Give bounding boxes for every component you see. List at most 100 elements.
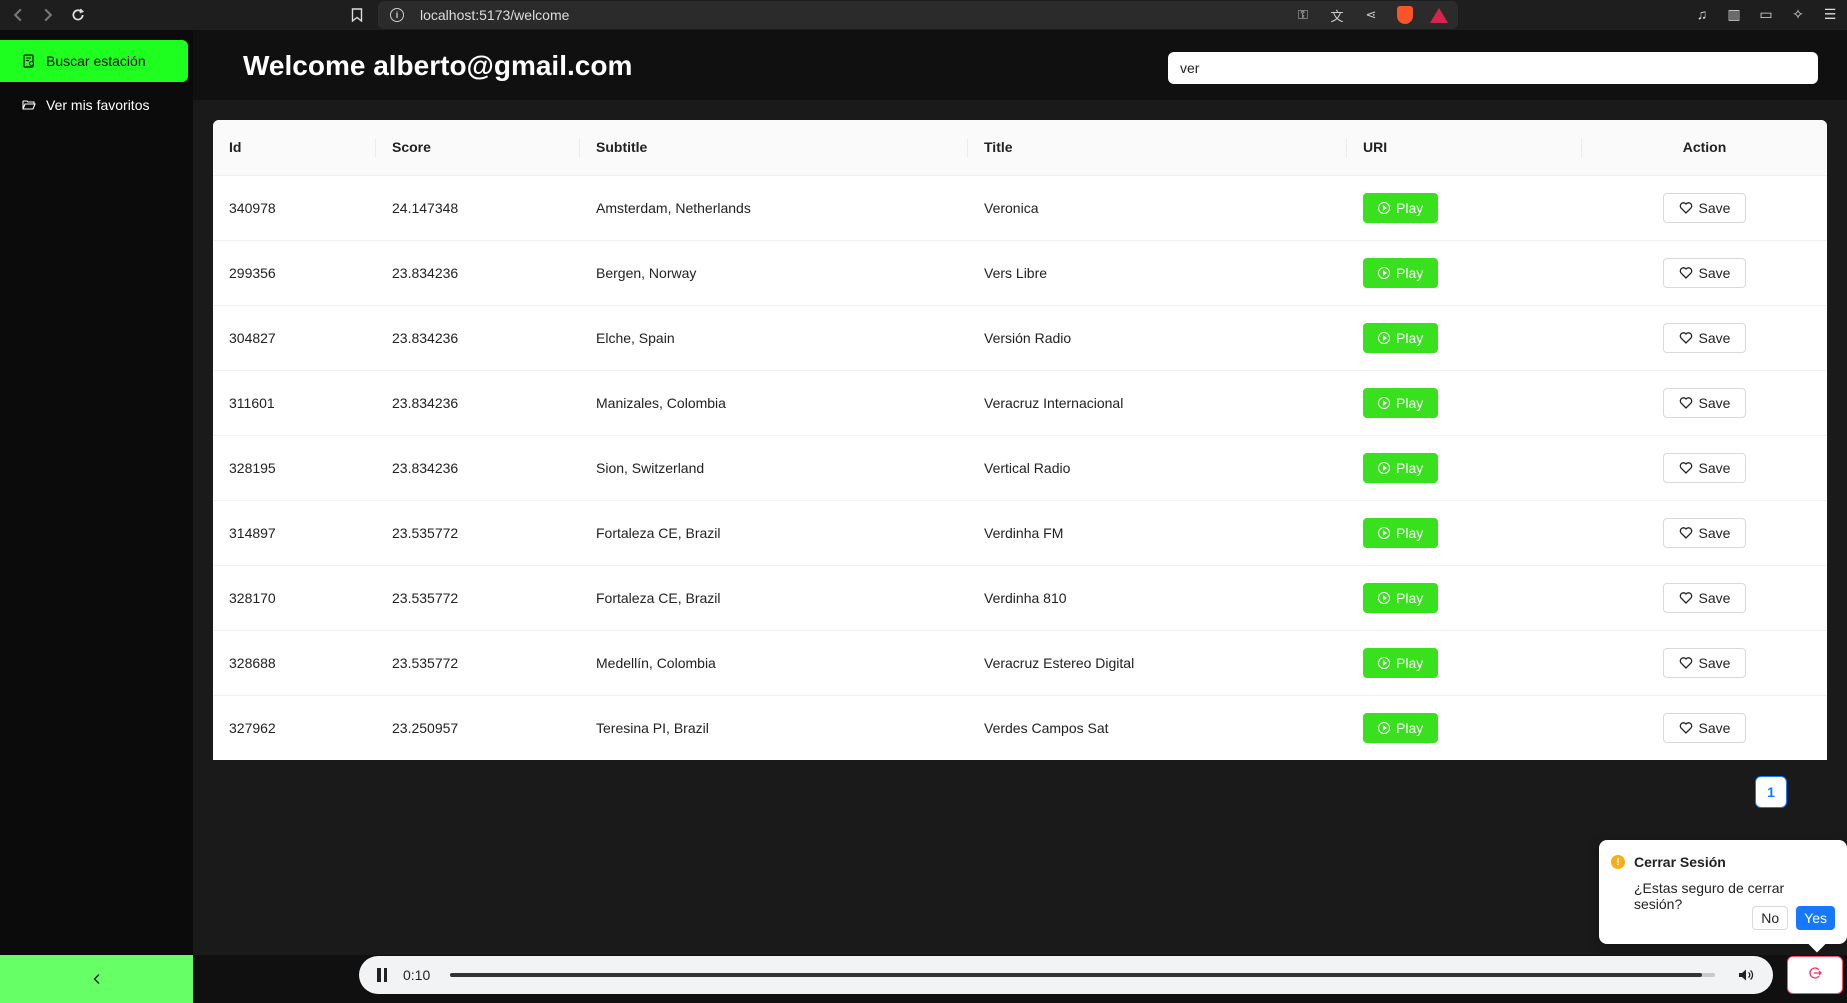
brave-shield-icon[interactable] xyxy=(1396,6,1414,24)
cell-score: 23.834236 xyxy=(376,240,580,306)
volume-icon[interactable] xyxy=(1737,966,1755,984)
save-button[interactable]: Save xyxy=(1662,647,1747,678)
heart-icon xyxy=(1679,721,1692,734)
leo-ai-icon[interactable]: ✧ xyxy=(1789,5,1807,23)
save-button[interactable]: Save xyxy=(1662,582,1747,613)
column-header-subtitle[interactable]: Subtitle xyxy=(580,120,968,176)
player-progress-bar[interactable] xyxy=(450,973,1715,977)
play-button[interactable]: Play xyxy=(1363,712,1439,743)
save-button-label: Save xyxy=(1698,264,1731,281)
logout-button[interactable] xyxy=(1787,956,1843,994)
column-header-action[interactable]: Action xyxy=(1582,120,1827,176)
cell-uri: Play xyxy=(1347,370,1582,436)
play-button[interactable]: Play xyxy=(1363,452,1439,483)
back-icon[interactable] xyxy=(6,3,30,27)
column-header-score[interactable]: Score xyxy=(376,120,580,176)
brave-rewards-icon[interactable] xyxy=(1430,6,1448,24)
media-icon[interactable]: ♫ xyxy=(1693,5,1711,23)
next-page-button[interactable] xyxy=(1797,777,1817,807)
heart-icon xyxy=(1679,656,1692,669)
save-button-label: Save xyxy=(1698,394,1731,411)
save-button-label: Save xyxy=(1698,459,1731,476)
page-number[interactable]: 1 xyxy=(1755,776,1787,808)
cell-score: 23.834236 xyxy=(376,305,580,371)
play-button[interactable]: Play xyxy=(1363,257,1439,288)
column-header-title[interactable]: Title xyxy=(968,120,1347,176)
url-text[interactable]: localhost:5173/welcome xyxy=(420,7,569,23)
save-button-label: Save xyxy=(1698,589,1731,606)
cell-id: 327962 xyxy=(229,719,276,736)
cell-action: Save xyxy=(1582,240,1827,306)
cell-subtitle: Bergen, Norway xyxy=(580,240,968,306)
search-input[interactable] xyxy=(1168,52,1818,84)
cell-id: 299356 xyxy=(213,240,376,306)
cell-title: Veracruz Estereo Digital xyxy=(968,630,1347,696)
bookmark-icon[interactable] xyxy=(346,4,368,26)
save-button[interactable]: Save xyxy=(1662,192,1747,223)
player-time: 0:10 xyxy=(403,967,431,983)
cell-action: Save xyxy=(1582,305,1827,371)
sidebar: Buscar estación Ver mis favoritos xyxy=(0,30,193,1003)
cell-title: Veronica xyxy=(968,175,1347,241)
sidebar-item-buscar-estacion[interactable]: Buscar estación xyxy=(0,40,188,82)
cell-subtitle: Manizales, Colombia xyxy=(580,370,968,436)
play-circle-icon xyxy=(1378,526,1390,539)
play-circle-icon xyxy=(1378,201,1390,214)
save-button[interactable]: Save xyxy=(1662,387,1747,418)
table-row: 328170 23.535772 Fortaleza CE, Brazil Verdi… xyxy=(213,565,1827,631)
share-icon[interactable]: ⋖ xyxy=(1362,6,1380,24)
cell-score: 23.535772 xyxy=(376,630,580,696)
cell-uri: Play xyxy=(1347,695,1582,760)
site-info-icon[interactable]: i xyxy=(390,8,404,22)
cell-score: 23.834236 xyxy=(376,435,580,501)
cell-uri: Play xyxy=(1347,240,1582,306)
play-button[interactable]: Play xyxy=(1363,322,1439,353)
play-button[interactable]: Play xyxy=(1363,647,1439,678)
cell-subtitle: Elche, Spain xyxy=(580,305,968,371)
cell-title: Versión Radio xyxy=(968,305,1347,371)
save-button-label: Save xyxy=(1698,199,1731,216)
column-header-uri[interactable]: URI xyxy=(1347,120,1582,176)
cell-uri: Play xyxy=(1347,500,1582,566)
heart-icon xyxy=(1679,591,1692,604)
save-button[interactable]: Save xyxy=(1662,452,1747,483)
cell-title: Veracruz Internacional xyxy=(968,370,1347,436)
translate-icon[interactable]: 文 xyxy=(1328,6,1346,24)
menu-icon[interactable]: ☰ xyxy=(1821,5,1839,23)
forward-icon[interactable] xyxy=(36,3,60,27)
play-button[interactable]: Play xyxy=(1363,582,1439,613)
cell-id: 340978 xyxy=(213,175,376,241)
cell-uri: Play xyxy=(1347,175,1582,241)
cell-uri: Play xyxy=(1347,435,1582,501)
save-button[interactable]: Save xyxy=(1662,712,1747,743)
cell-id: 311601 xyxy=(213,370,376,436)
prev-page-button[interactable] xyxy=(1725,777,1745,807)
popconfirm-no-button[interactable]: No xyxy=(1752,906,1789,930)
sidebar-toggle-icon[interactable]: ▥ xyxy=(1725,5,1743,23)
save-button[interactable]: Save xyxy=(1662,257,1747,288)
wallet-icon[interactable]: ▭ xyxy=(1757,5,1775,23)
play-button[interactable]: Play xyxy=(1363,192,1439,223)
popconfirm-yes-button[interactable]: Yes xyxy=(1796,906,1835,930)
sidebar-collapse-button[interactable] xyxy=(0,955,193,1003)
play-button-label: Play xyxy=(1396,264,1424,281)
play-button[interactable]: Play xyxy=(1363,387,1439,418)
cell-score: 23.834236 xyxy=(376,370,580,436)
pause-icon[interactable] xyxy=(377,968,389,982)
save-button[interactable]: Save xyxy=(1662,322,1747,353)
play-circle-icon xyxy=(1378,331,1390,344)
reload-icon[interactable] xyxy=(66,3,90,27)
url-bar[interactable]: i localhost:5173/welcome ⚿ 文 ⋖ xyxy=(378,1,1458,29)
play-button-label: Play xyxy=(1396,199,1424,216)
save-button-label: Save xyxy=(1698,524,1731,541)
column-header-id[interactable]: Id xyxy=(213,120,376,176)
sidebar-item-label: Buscar estación xyxy=(46,53,146,69)
play-button[interactable]: Play xyxy=(1363,517,1439,548)
sidebar-item-ver-mis-favoritos[interactable]: Ver mis favoritos xyxy=(0,84,188,126)
popconfirm-arrow xyxy=(1808,935,1826,953)
cell-action: Save xyxy=(1582,175,1827,241)
key-icon[interactable]: ⚿ xyxy=(1294,6,1312,24)
cell-id: 304827 xyxy=(213,305,376,371)
heart-icon xyxy=(1679,266,1692,279)
save-button[interactable]: Save xyxy=(1662,517,1747,548)
